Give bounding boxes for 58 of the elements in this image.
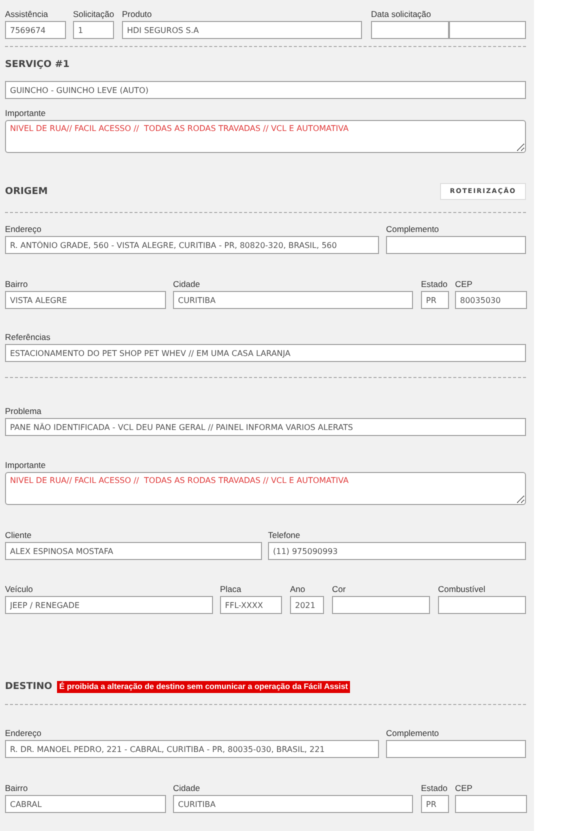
section-title: DESTINO — [5, 681, 52, 693]
input-field[interactable] — [386, 740, 526, 758]
input-field[interactable]: CURITIBA — [173, 795, 413, 813]
field-label: Estado — [421, 782, 448, 795]
section-title: SERVIÇO #1 — [5, 59, 70, 71]
field-label: Bairro — [5, 782, 29, 795]
input-field[interactable] — [449, 21, 526, 39]
input-field[interactable]: R. DR. MANOEL PEDRO, 221 - CABRAL, CURITIBA - PR, 80035-030, BRASIL, 221 — [5, 740, 379, 758]
input-field[interactable]: 7569674 — [5, 21, 66, 39]
field-label: CEP — [455, 782, 474, 795]
input-field[interactable]: 2021 — [290, 596, 324, 614]
input-field[interactable] — [371, 21, 449, 39]
input-field[interactable]: GUINCHO - GUINCHO LEVE (AUTO) — [5, 81, 526, 99]
input-field[interactable]: VISTA ALEGRE — [5, 291, 166, 309]
field-label: Complemento — [386, 727, 440, 740]
input-field[interactable]: CABRAL — [5, 795, 166, 813]
field-label: Produto — [122, 8, 153, 21]
field-label: Importante — [5, 459, 47, 472]
field-label: Ano — [290, 583, 306, 596]
field-label: Estado — [421, 278, 448, 291]
input-field[interactable] — [438, 596, 526, 614]
input-field[interactable]: PR — [421, 795, 449, 813]
field-label: Solicitação — [73, 8, 114, 21]
field-label: Referências — [5, 331, 52, 344]
field-label: Cor — [332, 583, 347, 596]
input-field[interactable] — [332, 596, 430, 614]
input-field[interactable]: ESTACIONAMENTO DO PET SHOP PET WHEV // EM UMA CASA LARANJA — [5, 344, 526, 362]
section-title: ORIGEM — [5, 186, 48, 198]
input-field[interactable]: 80035030 — [455, 291, 527, 309]
input-field[interactable]: PANE NÃO IDENTIFICADA - VCL DEU PANE GERAL // PAINEL INFORMA VARIOS ALERATS — [5, 418, 526, 436]
input-field[interactable]: (11) 975090993 — [268, 542, 526, 560]
field-label: Bairro — [5, 278, 29, 291]
field-label: Endereço — [5, 223, 42, 236]
text-area[interactable]: NIVEL DE RUA// FACIL ACESSO // TODAS AS RODAS TRAVADAS // VCL E AUTOMATIVA — [5, 472, 526, 505]
field-label: Combustível — [438, 583, 486, 596]
field-label: Cidade — [173, 782, 201, 795]
input-field[interactable]: CURITIBA — [173, 291, 413, 309]
input-field[interactable] — [455, 795, 527, 813]
input-field[interactable]: PR — [421, 291, 449, 309]
text-area[interactable]: NIVEL DE RUA// FACIL ACESSO // TODAS AS RODAS TRAVADAS // VCL E AUTOMATIVA — [5, 120, 526, 153]
input-field[interactable]: HDI SEGUROS S.A — [122, 21, 362, 39]
field-label: Telefone — [268, 529, 302, 542]
input-field[interactable]: 1 — [73, 21, 114, 39]
field-label: Endereço — [5, 727, 42, 740]
input-field[interactable] — [386, 236, 526, 254]
field-label: Assistência — [5, 8, 49, 21]
field-label: Veículo — [5, 583, 34, 596]
input-field[interactable]: FFL-XXXX — [220, 596, 282, 614]
field-label: CEP — [455, 278, 474, 291]
field-label: Placa — [220, 583, 242, 596]
field-label: Complemento — [386, 223, 440, 236]
field-label: Cliente — [5, 529, 32, 542]
field-label: Data solicitação — [371, 8, 432, 21]
field-label: Cidade — [173, 278, 201, 291]
field-label: Problema — [5, 405, 42, 418]
field-label: Importante — [5, 107, 47, 120]
warning-notice: É proibida a alteração de destino sem comunicar a operação da Fácil Assist — [57, 681, 350, 693]
input-field[interactable]: ALEX ESPINOSA MOSTAFA — [5, 542, 262, 560]
